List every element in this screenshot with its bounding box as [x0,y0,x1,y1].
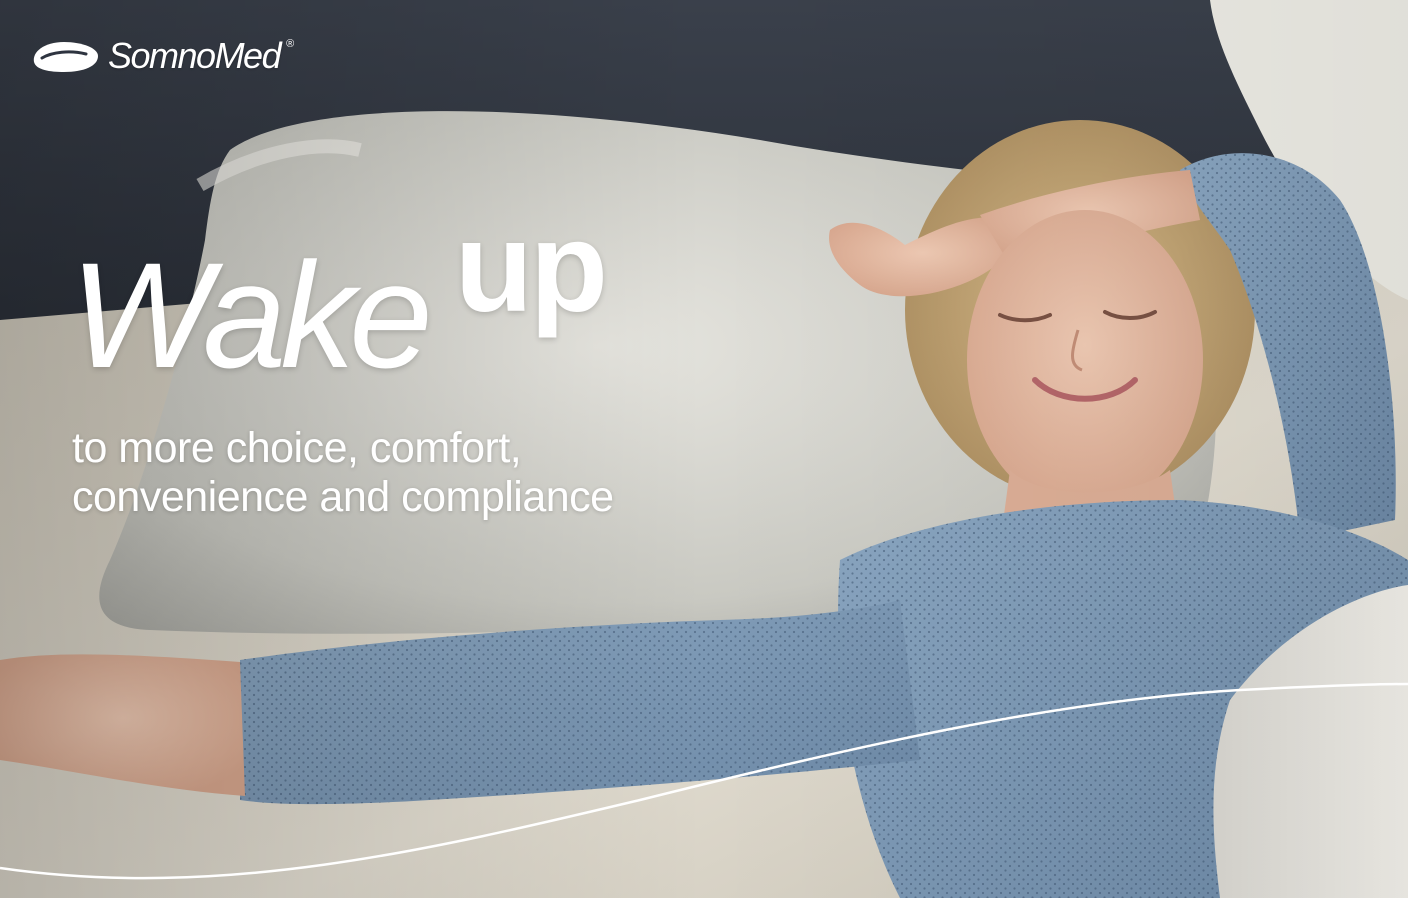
tagline-line-2: convenience and compliance [72,473,614,521]
registered-mark: ® [286,38,295,50]
pillow-logo-icon [33,42,98,72]
brand-logo: SomnoMed ® [30,36,294,76]
tagline: to more choice, comfort, convenience and… [72,424,614,522]
headline-word-wake: Wake [70,231,433,399]
headline: Wake up [70,204,608,399]
tagline-line-1: to more choice, comfort, [72,424,522,472]
headline-word-up: up [454,196,608,339]
brand-name: SomnoMed [108,35,282,76]
hero-banner: SomnoMed ® Wake up to more choice, comfo… [0,0,1408,898]
